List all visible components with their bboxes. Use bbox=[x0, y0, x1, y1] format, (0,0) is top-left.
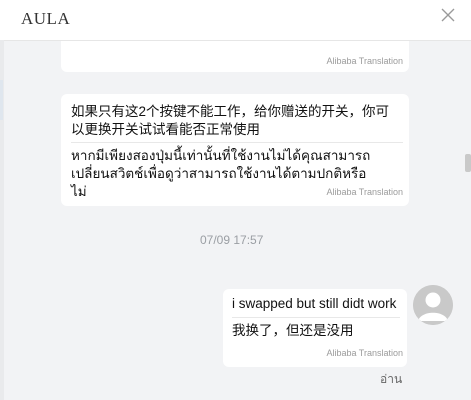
message-bubble-outgoing: i swapped but still didt work 我换了，但还是没用 … bbox=[223, 289, 407, 367]
translation-divider bbox=[71, 142, 403, 143]
chat-window: AULA Alibaba Translation 如果只有这2个按键不能工作，给… bbox=[0, 0, 471, 400]
user-avatar-icon bbox=[413, 285, 453, 325]
close-icon[interactable] bbox=[439, 6, 457, 24]
scrollbar-thumb[interactable] bbox=[465, 154, 471, 172]
read-status: อ่าน bbox=[380, 372, 403, 386]
translation-source-label: Alibaba Translation bbox=[326, 348, 403, 358]
message-timestamp: 07/09 17:57 bbox=[200, 233, 264, 247]
chat-title: AULA bbox=[21, 9, 71, 28]
message-list[interactable]: Alibaba Translation 如果只有这2个按键不能工作，给你赠送的开… bbox=[4, 41, 471, 400]
avatar[interactable] bbox=[413, 285, 453, 325]
chat-header: AULA bbox=[0, 0, 471, 41]
message-original-text: i swapped but still didt work bbox=[232, 296, 397, 311]
translation-source-label: Alibaba Translation bbox=[326, 56, 403, 66]
translation-divider bbox=[232, 317, 400, 318]
message-original-text: 如果只有这2个按键不能工作，给你赠送的开关，你可以更换开关试试看能否正常使用 bbox=[71, 104, 390, 137]
message-translation-text: 我换了，但还是没用 bbox=[232, 323, 354, 338]
left-panel-accent bbox=[0, 80, 3, 120]
message-bubble-incoming: Alibaba Translation bbox=[61, 41, 409, 72]
scrollbar-track[interactable] bbox=[463, 41, 471, 400]
translation-source-label: Alibaba Translation bbox=[326, 187, 403, 197]
message-bubble-incoming: 如果只有这2个按键不能工作，给你赠送的开关，你可以更换开关试试看能否正常使用 ห… bbox=[61, 94, 409, 206]
